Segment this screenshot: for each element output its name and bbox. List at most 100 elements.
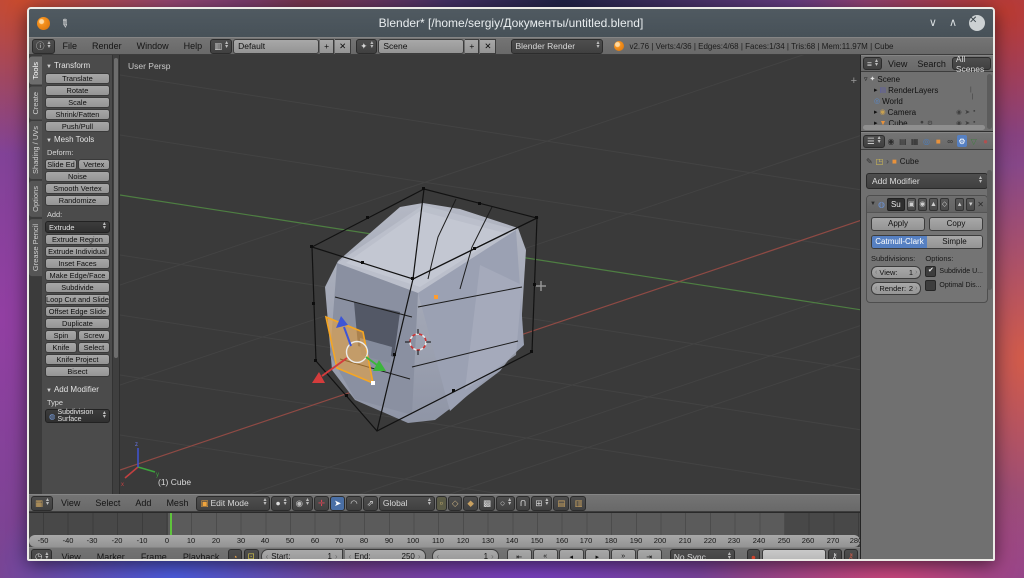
timeline-scrollbar[interactable]: -50 -40 -30 -20 -10 0 10 20 30 40 50 60 … (29, 535, 860, 547)
properties-editor-dropdown[interactable]: ☰▴▾ (863, 135, 885, 148)
tl-menu-view[interactable]: View (54, 552, 87, 562)
tl-menu-marker[interactable]: Marker (90, 552, 132, 562)
face-select-toggle[interactable]: ◆ (463, 496, 478, 511)
scale-manipulator-toggle[interactable]: ⇗ (363, 496, 378, 511)
extrude-region-button[interactable]: Extrude Region (45, 234, 110, 245)
outliner-v-scrollbar[interactable] (987, 74, 992, 129)
vp-menu-view[interactable]: View (54, 498, 87, 508)
shrink-fatten-button[interactable]: Shrink/Fatten (45, 109, 110, 120)
menu-file[interactable]: File (56, 41, 85, 51)
pin-icon[interactable]: ✎ (57, 15, 72, 31)
tl-menu-frame[interactable]: Frame (134, 552, 174, 562)
menu-render[interactable]: Render (85, 41, 129, 51)
snap-element-dropdown[interactable]: ⊞▴▾ (531, 496, 552, 511)
jump-to-end-button[interactable]: ⇥ (637, 549, 662, 561)
selected-vertex-dot[interactable] (434, 295, 438, 299)
tab-render[interactable]: ◉ (886, 135, 897, 147)
expand-dot-icon[interactable]: ▸ (874, 108, 878, 116)
modifier-type-dropdown[interactable]: ◍Subdivision Surface▴▾ (45, 409, 110, 423)
tab-scene[interactable]: ▦ (909, 135, 920, 147)
tool-shelf-scrollbar[interactable] (112, 55, 119, 494)
viewport-editor-dropdown[interactable]: ▦▴▾ (31, 496, 53, 511)
lock-frame-toggle[interactable]: ⊡ (244, 549, 259, 561)
keying-set-field[interactable] (762, 549, 826, 561)
mode-dropdown[interactable]: ▣Edit Mode▴▾ (196, 496, 270, 511)
prev-keyframe-button[interactable]: « (533, 549, 558, 561)
bisect-button[interactable]: Bisect (45, 366, 110, 377)
play-reverse-button[interactable]: ◂ (559, 549, 584, 561)
expand-dot-icon[interactable]: ▸ (874, 86, 878, 94)
smooth-vertex-button[interactable]: Smooth Vertex (45, 183, 110, 194)
optimal-display-checkbox[interactable]: ✔ (925, 280, 936, 291)
tab-material[interactable]: ● (980, 135, 991, 147)
opengl-render-anim-button[interactable]: ▥ (570, 496, 586, 511)
timeline-ruler[interactable]: -50 -40 -30 -20 -10 0 10 20 30 40 50 60 … (29, 512, 860, 547)
viewport-3d[interactable]: y z x User Persp (1) Cube + (120, 55, 860, 494)
start-frame-field[interactable]: ‹Start:1› (261, 549, 343, 561)
subdivide-uvs-checkbox[interactable]: ✔ (925, 266, 936, 277)
mesh-tools-panel-header[interactable]: ▼Mesh Tools (46, 135, 110, 144)
expand-modifier-icon[interactable]: ▼ (870, 201, 876, 207)
open-sidebar-plus-icon[interactable]: + (851, 75, 857, 87)
delete-modifier-icon[interactable]: ✕ (977, 200, 984, 209)
outliner-item-camera[interactable]: ▸ ◉ Camera ◉➤▪ (874, 107, 916, 117)
restrict-view-icon[interactable]: ◉ (956, 108, 962, 116)
orientation-dropdown[interactable]: Global▴▾ (379, 496, 435, 511)
opengl-render-button[interactable]: ▤ (553, 496, 569, 511)
minimize-icon[interactable]: ∨ (929, 18, 937, 29)
screen-layout-field[interactable]: Default (233, 39, 319, 54)
outliner-menu-view[interactable]: View (884, 59, 911, 69)
outliner-editor-dropdown[interactable]: ≡▴▾ (863, 57, 882, 70)
maximize-icon[interactable]: ∧ (949, 18, 957, 29)
tab-options[interactable]: Options (29, 181, 42, 217)
jump-to-start-button[interactable]: ⇤ (507, 549, 532, 561)
scene-icon-button[interactable]: ✦▴▾ (356, 39, 377, 54)
restrict-select-icon[interactable]: ➤ (965, 108, 970, 116)
close-icon[interactable]: ✕ (969, 15, 985, 31)
tl-menu-playback[interactable]: Playback (176, 552, 227, 562)
rotate-manipulator-toggle[interactable]: ◠ (346, 496, 361, 511)
translate-button[interactable]: Translate (45, 73, 110, 84)
tab-world[interactable]: ◎ (921, 135, 932, 147)
subdivide-button[interactable]: Subdivide (45, 282, 110, 293)
add-layout-button[interactable]: + (320, 39, 334, 54)
vp-menu-select[interactable]: Select (88, 498, 127, 508)
current-frame-field[interactable]: ‹1› (432, 549, 499, 561)
slide-edge-button[interactable]: Slide Ed (45, 159, 77, 170)
duplicate-button[interactable]: Duplicate (45, 318, 110, 329)
vp-menu-add[interactable]: Add (128, 498, 158, 508)
timeline-editor-dropdown[interactable]: ◷▴▾ (31, 549, 52, 561)
copy-button[interactable]: Copy (929, 217, 983, 231)
shading-dropdown[interactable]: ●▴▾ (271, 496, 290, 511)
outliner-item-renderlayers[interactable]: ▸ ▤ RenderLayers | | (874, 85, 938, 95)
next-keyframe-button[interactable]: » (611, 549, 636, 561)
menu-window[interactable]: Window (130, 41, 176, 51)
screw-button[interactable]: Screw (78, 330, 110, 341)
snap-toggle[interactable]: U (516, 496, 530, 511)
screen-layout-icon-button[interactable]: ▥▴▾ (210, 39, 232, 54)
outliner-h-scrollbar[interactable] (863, 125, 985, 130)
make-edge-face-button[interactable]: Make Edge/Face (45, 270, 110, 281)
modifier-render-toggle[interactable]: ▣ (907, 198, 916, 211)
tab-tools[interactable]: Tools (29, 57, 42, 85)
titlebar[interactable]: ✎ Blender* [/home/sergiy/Документы/untit… (29, 9, 993, 37)
delete-scene-button[interactable]: ✕ (480, 39, 496, 54)
active-vertex[interactable] (371, 381, 375, 385)
modifier-view-toggle[interactable]: ◉ (918, 198, 927, 211)
expand-dot-icon[interactable]: ▿ (864, 75, 868, 83)
apply-button[interactable]: Apply (871, 217, 925, 231)
noise-button[interactable]: Noise (45, 171, 110, 182)
scale-button[interactable]: Scale (45, 97, 110, 108)
vertex-select-toggle[interactable]: ▫ (436, 496, 447, 511)
scene-field[interactable]: Scene (378, 39, 464, 54)
tab-modifiers[interactable]: ⚙ (957, 135, 968, 147)
spin-button[interactable]: Spin (45, 330, 77, 341)
outliner-item-scene[interactable]: ▿ ✦ Scene (864, 74, 900, 84)
manipulator-axis-button[interactable]: ✛ (314, 496, 329, 511)
catmull-clark-toggle[interactable]: Catmull-Clark (872, 236, 927, 248)
restrict-render-icon[interactable]: ▪ (973, 108, 975, 116)
pivot-dropdown[interactable]: ◉▴▾ (292, 496, 313, 511)
preview-range-toggle[interactable]: ◔ (228, 549, 241, 561)
knife-button[interactable]: Knife (45, 342, 77, 353)
pin-id-icon[interactable]: ✎ (866, 157, 873, 166)
